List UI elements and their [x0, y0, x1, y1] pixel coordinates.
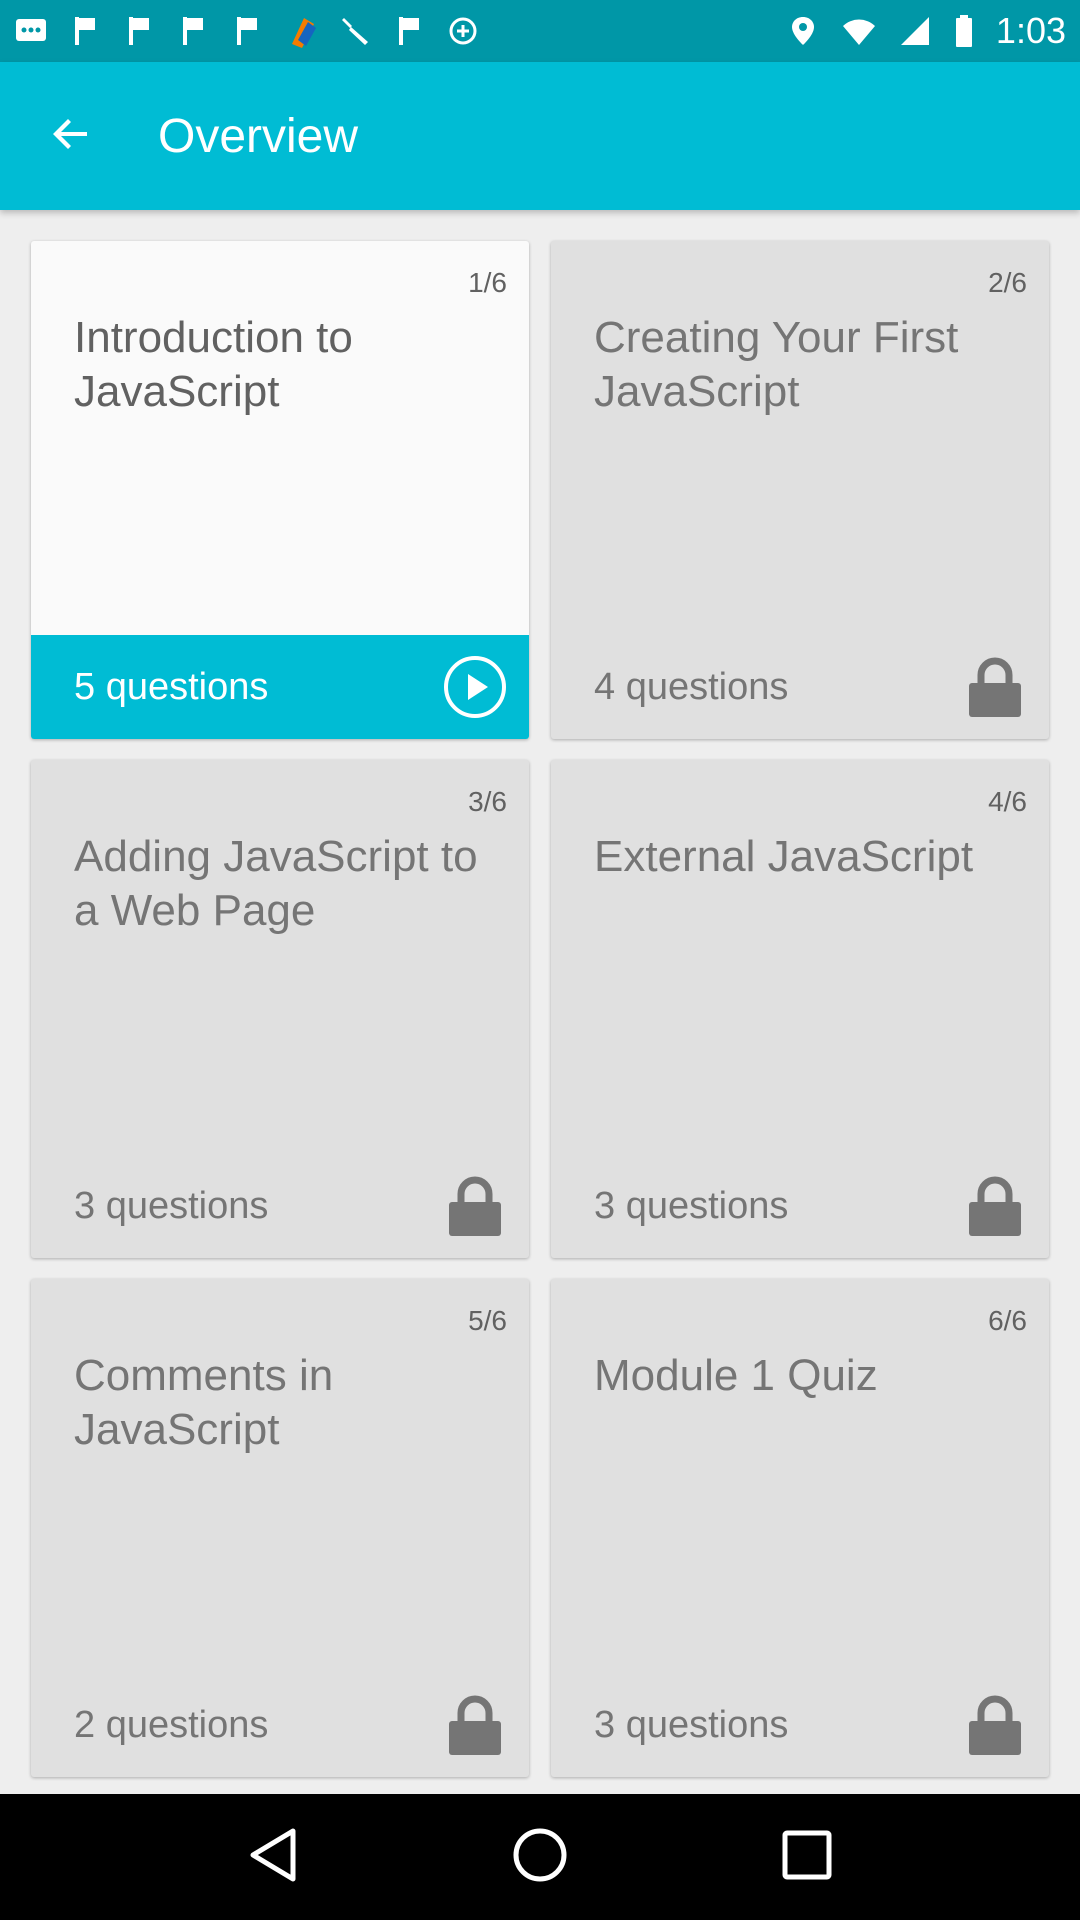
status-bar: 1:03 [0, 0, 1080, 62]
location-icon [786, 14, 820, 48]
lesson-title: Adding JavaScript to a Web Page [74, 832, 478, 935]
lesson-card[interactable]: 6/6 Module 1 Quiz 3 questions [551, 1279, 1049, 1777]
messages-icon [14, 14, 48, 48]
data-saver-icon [446, 14, 480, 48]
lesson-footer: 3 questions [31, 1154, 529, 1258]
lesson-title: Module 1 Quiz [594, 1351, 878, 1400]
flag-icon [176, 14, 210, 48]
wifi-icon [842, 14, 876, 48]
lock-icon [961, 653, 1029, 721]
recents-square-icon [781, 1829, 833, 1886]
flag-icon [392, 14, 426, 48]
notification-icons [14, 14, 786, 48]
lesson-grid: 1/6 Introduction to JavaScript 5 questio… [31, 241, 1049, 1777]
question-count: 5 questions [74, 665, 269, 708]
system-icons: 1:03 [786, 10, 1066, 52]
lesson-footer: 4 questions [551, 635, 1049, 739]
app-bar: Overview [0, 62, 1080, 210]
lesson-title: Introduction to JavaScript [74, 313, 353, 416]
play-icon[interactable] [441, 653, 509, 721]
lesson-footer: 3 questions [551, 1673, 1049, 1777]
lesson-index: 5/6 [468, 1305, 507, 1336]
flag-icon [122, 14, 156, 48]
question-count: 3 questions [594, 1184, 789, 1227]
lock-icon [961, 1691, 1029, 1759]
lesson-title: Creating Your First JavaScript [594, 313, 959, 416]
signal-icon [898, 14, 932, 48]
question-count: 2 questions [74, 1703, 269, 1746]
lesson-card[interactable]: 4/6 External JavaScript 3 questions [551, 760, 1049, 1258]
nav-back-button[interactable] [228, 1812, 318, 1902]
back-button[interactable] [35, 100, 107, 172]
wrench-icon [338, 14, 372, 48]
flag-icon [230, 14, 264, 48]
lesson-index: 1/6 [468, 267, 507, 298]
lesson-footer: 2 questions [31, 1673, 529, 1777]
flag-icon [68, 14, 102, 48]
lesson-title: Comments in JavaScript [74, 1351, 334, 1454]
nav-recents-button[interactable] [762, 1812, 852, 1902]
lesson-card[interactable]: 3/6 Adding JavaScript to a Web Page 3 qu… [31, 760, 529, 1258]
lock-icon [961, 1172, 1029, 1240]
lesson-footer: 3 questions [551, 1154, 1049, 1258]
question-count: 3 questions [594, 1703, 789, 1746]
lock-icon [441, 1172, 509, 1240]
lesson-card[interactable]: 2/6 Creating Your First JavaScript 4 que… [551, 241, 1049, 739]
battery-icon [954, 14, 974, 48]
back-triangle-icon [247, 1827, 299, 1888]
lesson-card[interactable]: 1/6 Introduction to JavaScript 5 questio… [31, 241, 529, 739]
page-title: Overview [158, 109, 359, 163]
status-time: 1:03 [995, 10, 1066, 51]
lesson-card[interactable]: 5/6 Comments in JavaScript 2 questions [31, 1279, 529, 1777]
lesson-index: 2/6 [988, 267, 1027, 298]
arrow-back-icon [49, 112, 93, 161]
lesson-footer: 5 questions [31, 635, 529, 739]
nav-home-button[interactable] [495, 1812, 585, 1902]
app-logo-icon [284, 14, 318, 48]
question-count: 4 questions [594, 665, 789, 708]
question-count: 3 questions [74, 1184, 269, 1227]
lock-icon [441, 1691, 509, 1759]
lesson-index: 4/6 [988, 786, 1027, 817]
lesson-index: 6/6 [988, 1305, 1027, 1336]
home-circle-icon [512, 1827, 568, 1888]
lesson-index: 3/6 [468, 786, 507, 817]
lesson-title: External JavaScript [594, 832, 974, 881]
system-nav-bar [0, 1794, 1080, 1920]
